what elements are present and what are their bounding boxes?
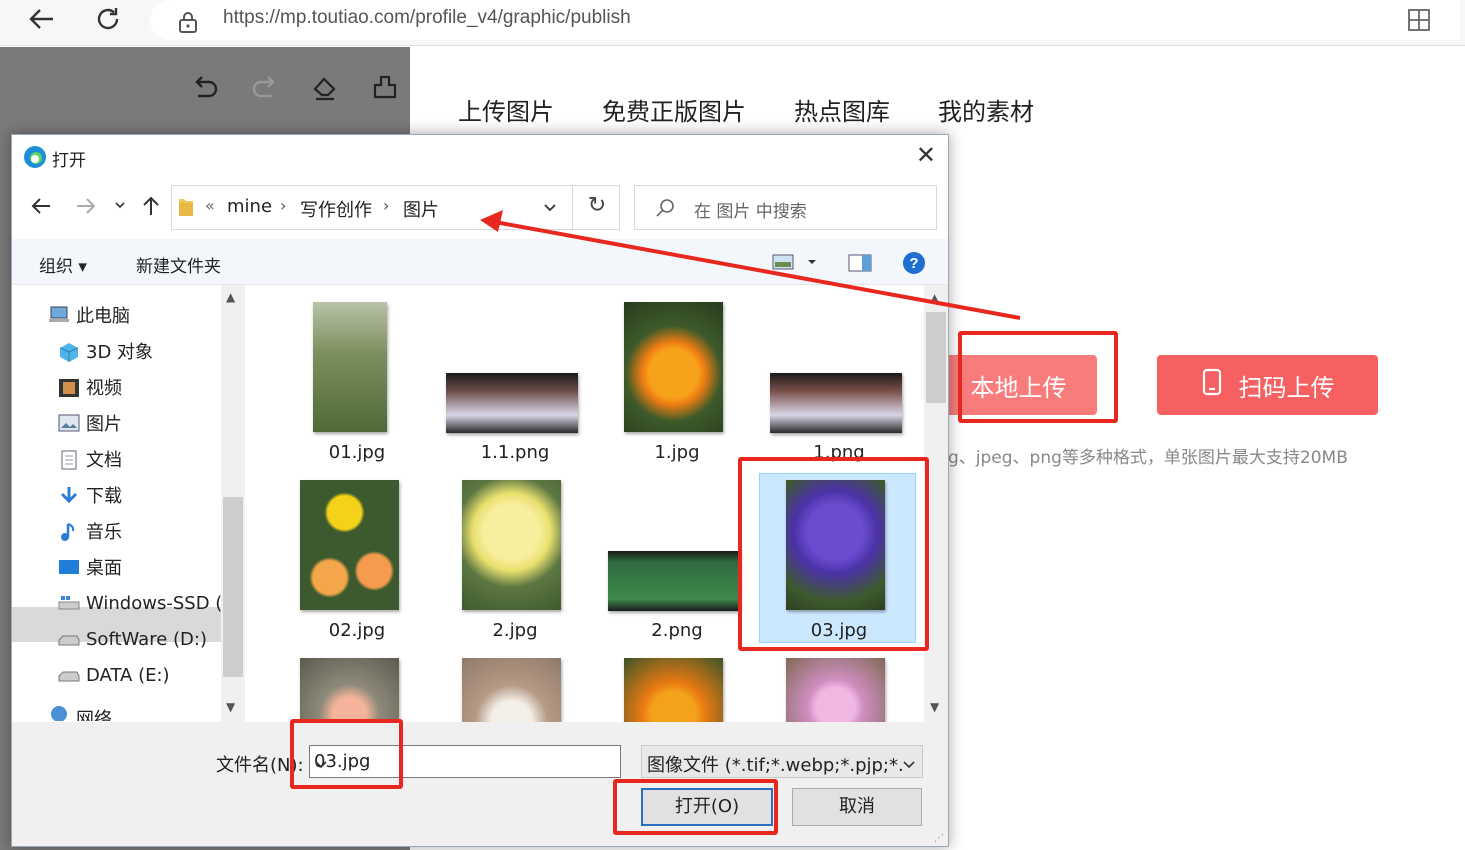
annotation-arrow	[494, 220, 1021, 320]
annotation-box-selected-file	[738, 457, 929, 651]
annotation-layer	[480, 210, 1021, 320]
annotation-box-open-button	[613, 779, 778, 835]
annotation-box-filename	[290, 719, 403, 789]
annotation-arrowhead	[480, 210, 503, 232]
annotation-box-local-upload	[958, 331, 1118, 423]
